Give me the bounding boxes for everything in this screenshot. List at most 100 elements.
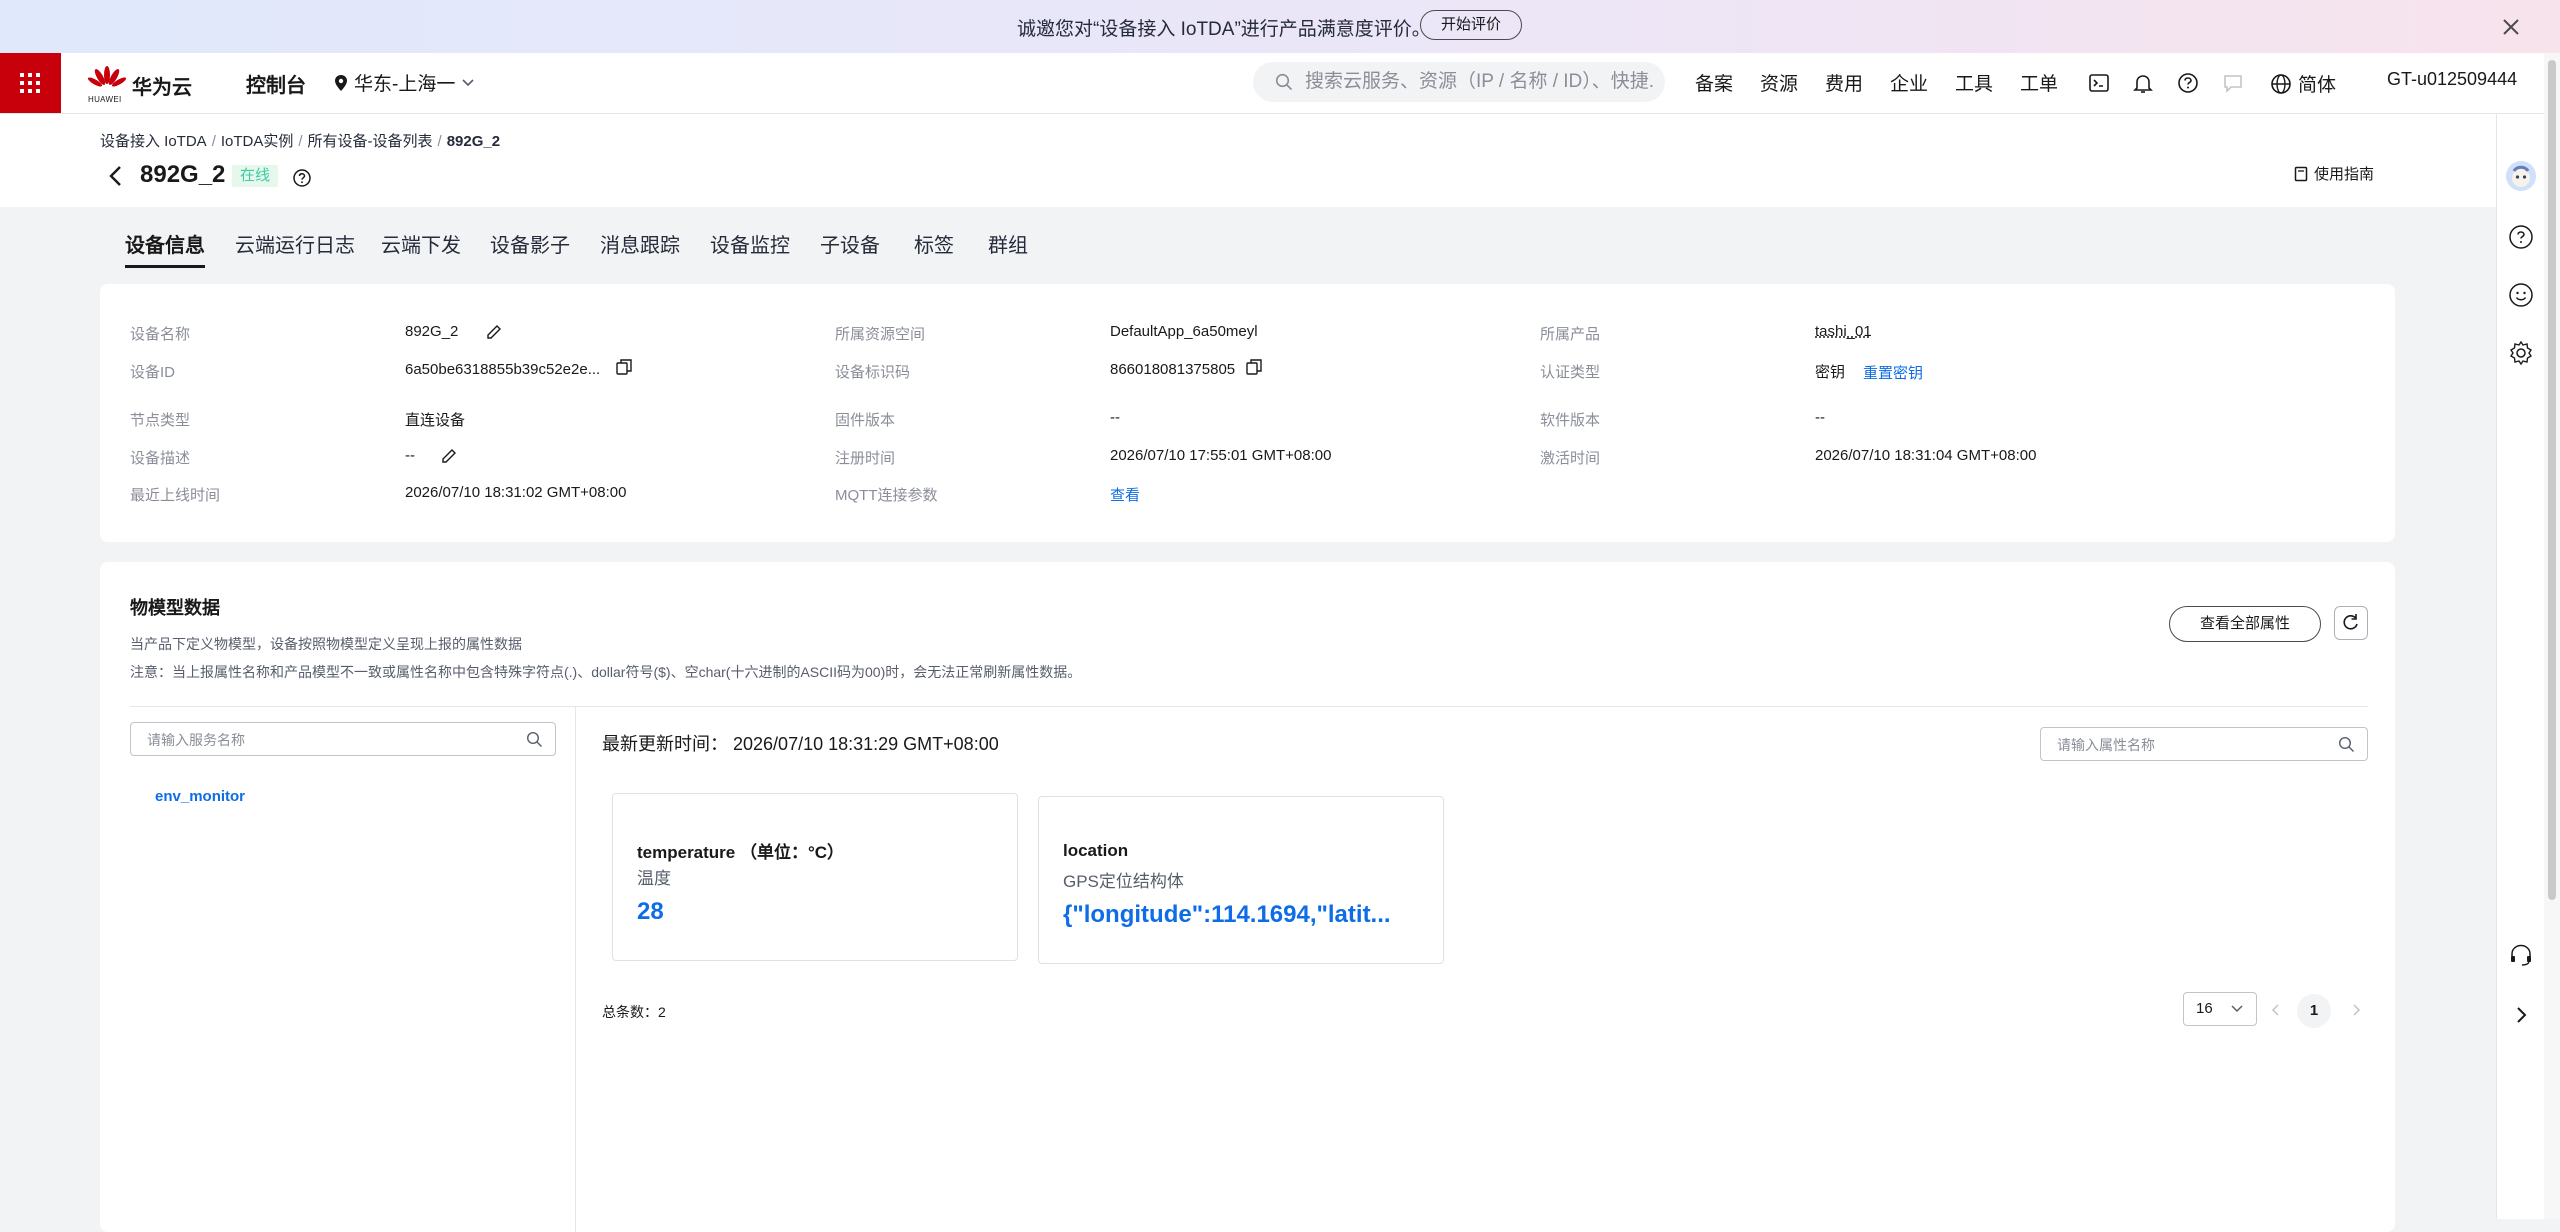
service-search-input[interactable] [145,728,509,752]
property-search[interactable] [2040,727,2368,761]
software-label: 软件版本 [1540,412,1601,429]
document-icon [2294,166,2308,181]
device-info-card: 设备名称 892G_2 设备ID 6a50be6318855b39c52e2e.… [100,284,2395,542]
feedback-icon[interactable] [2220,70,2246,96]
headset-icon[interactable] [2508,942,2534,968]
smile-icon[interactable] [2508,282,2534,308]
breadcrumb-device-list[interactable]: 所有设备-设备列表 [308,133,433,150]
account-name[interactable]: GT-u012509444 [2387,69,2517,90]
node-type-value: 直连设备 [405,412,466,429]
tab-cloud-logs[interactable]: 云端运行日志 [235,229,355,258]
view-all-properties-button[interactable]: 查看全部属性 [2169,606,2321,642]
global-search[interactable] [1253,62,1665,102]
help-icon[interactable] [2508,224,2534,250]
property-desc: 温度 [637,869,671,888]
tab-device-monitor[interactable]: 设备监控 [710,229,790,258]
last-update: 最新更新时间： 2026/07/10 18:31:29 GMT+08:00 [602,730,999,756]
service-item-env-monitor[interactable]: env_monitor [155,788,245,805]
console-link[interactable]: 控制台 [246,69,306,98]
tab-cloud-commands[interactable]: 云端下发 [381,229,461,258]
property-value: 28 [637,898,664,925]
scrollbar-thumb[interactable] [2548,60,2556,900]
logo-name: 华为云 [132,77,192,99]
tab-device-shadow[interactable]: 设备影子 [490,229,570,258]
survey-banner: 诚邀您对“设备接入 IoTDA”进行产品满意度评价。 开始评价 [0,0,2560,53]
reset-key-link[interactable]: 重置密钥 [1863,362,1923,383]
language-label: 简体 [2298,75,2337,96]
nav-enterprise[interactable]: 企业 [1890,69,1928,96]
survey-banner-text: 诚邀您对“设备接入 IoTDA”进行产品满意度评价。 [1017,19,1431,40]
node-type-label: 节点类型 [130,412,191,429]
next-page-icon[interactable] [2350,1003,2362,1017]
copy-device-id-icon[interactable] [615,358,633,376]
mqtt-label: MQTT连接参数 [835,487,938,504]
nav-resources[interactable]: 资源 [1760,69,1798,96]
language-selector[interactable]: 简体 [2270,70,2336,97]
global-search-input[interactable] [1303,68,1657,96]
right-toolbar [2496,114,2545,1219]
globe-icon [2271,73,2291,94]
breadcrumb-instance[interactable]: IoTDA实例 [221,133,294,150]
total-label: 总条数： [602,1004,658,1020]
service-search[interactable] [130,722,556,756]
tab-device-info[interactable]: 设备信息 [125,229,205,268]
region-selector[interactable]: 华东-上海一 [334,69,475,96]
activate-time-label: 激活时间 [1540,450,1601,467]
prev-page-icon[interactable] [2270,1003,2282,1017]
device-desc-value: -- [405,447,415,464]
device-id-label: 设备ID [130,364,176,381]
property-name: temperature （单位：°C） [637,843,845,862]
last-update-label: 最新更新时间： [602,734,728,754]
tab-tags[interactable]: 标签 [914,229,954,258]
cloud-shell-icon[interactable] [2086,70,2112,96]
nav-beian[interactable]: 备案 [1695,69,1733,96]
product-value[interactable]: tashi_01 [1815,323,1872,340]
chevron-right-icon[interactable] [2512,1004,2530,1026]
apps-grid-icon[interactable] [0,53,61,113]
edit-name-icon[interactable] [485,323,503,341]
logo-sub: HUAWEI [88,95,122,104]
page-size-select[interactable]: 16 [2183,992,2257,1026]
back-arrow-icon[interactable] [106,164,126,188]
huawei-cloud-logo[interactable]: 华为云 HUAWEI [88,65,192,104]
device-name-label: 设备名称 [130,326,191,343]
property-search-input[interactable] [2055,733,2319,757]
resource-space-label: 所属资源空间 [835,326,926,343]
tab-sub-devices[interactable]: 子设备 [820,229,880,258]
nav-tickets[interactable]: 工单 [2020,69,2058,96]
region-label: 华东-上海一 [354,74,456,95]
location-pin-icon [335,74,347,91]
resource-space-value: DefaultApp_6a50meyl [1110,323,1258,340]
question-icon[interactable] [292,168,312,188]
refresh-button[interactable] [2334,606,2368,640]
mqtt-view-link[interactable]: 查看 [1110,484,1140,505]
product-label: 所属产品 [1540,326,1601,343]
last-online-value: 2026/07/10 18:31:02 GMT+08:00 [405,484,627,501]
help-icon[interactable] [2175,70,2201,96]
firmware-label: 固件版本 [835,412,896,429]
edit-desc-icon[interactable] [440,447,458,465]
total-count: 总条数：2 [602,1002,666,1022]
divider [130,706,2368,707]
gear-icon[interactable] [2508,340,2534,366]
close-icon[interactable] [2496,12,2526,42]
page-number[interactable]: 1 [2297,994,2331,1028]
page-header: 设备接入 IoTDA / IoTDA实例 / 所有设备-设备列表/892G_2 892G… [0,114,2496,207]
tab-groups[interactable]: 群组 [988,229,1028,258]
auth-type-label: 认证类型 [1540,364,1601,381]
last-online-label: 最近上线时间 [130,487,221,504]
bell-icon[interactable] [2130,70,2156,96]
start-survey-button[interactable]: 开始评价 [1420,10,1522,40]
assistant-avatar-icon[interactable] [2505,160,2537,192]
divider [575,707,576,1232]
tab-message-trace[interactable]: 消息跟踪 [600,229,680,258]
copy-identifier-icon[interactable] [1245,358,1263,376]
user-guide-link[interactable]: 使用指南 [2294,163,2374,184]
breadcrumb-iotda[interactable]: 设备接入 IoTDA [100,133,207,150]
property-value: {"longitude":114.1694,"latit... [1063,901,1391,928]
nav-tools[interactable]: 工具 [1955,69,1993,96]
identifier-value: 866018081375805 [1110,361,1236,378]
nav-billing[interactable]: 费用 [1825,69,1863,96]
search-icon [1275,73,1293,91]
chevron-down-icon [462,78,474,86]
